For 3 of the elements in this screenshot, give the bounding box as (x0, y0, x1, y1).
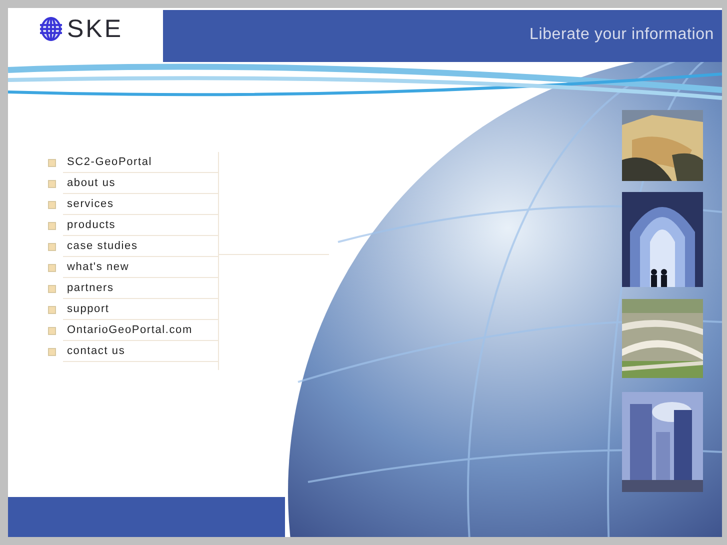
logo-text: SKE (67, 16, 124, 42)
tagline: Liberate your information (530, 25, 714, 45)
globe-icon (39, 17, 63, 41)
